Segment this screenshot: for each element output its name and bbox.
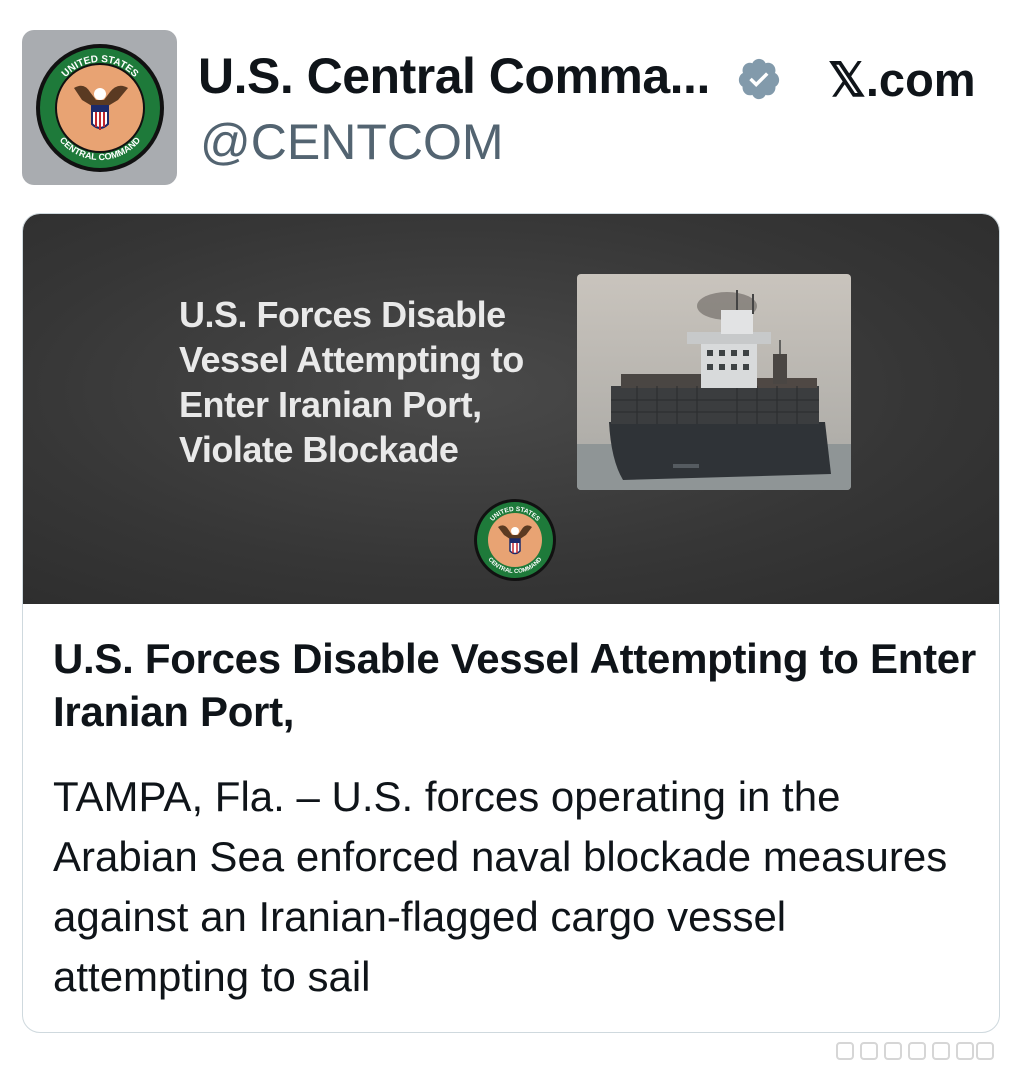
- card-description: TAMPA, Fla. – U.S. forces operating in t…: [53, 773, 948, 1000]
- card-banner-image[interactable]: U.S. Forces Disable Vessel Attempting to…: [23, 214, 999, 604]
- link-preview-card[interactable]: U.S. Forces Disable Vessel Attempting to…: [22, 213, 1000, 1033]
- avatar[interactable]: UNITED STATES CENTRAL COMMAND: [22, 30, 177, 185]
- card-headline[interactable]: U.S. Forces Disable Vessel Attempting to…: [53, 632, 983, 738]
- watermark-icon: [836, 1042, 994, 1060]
- centcom-seal-icon: UNITED STATES CENTRAL COMMAND: [474, 499, 556, 581]
- verified-badge-icon: [738, 58, 780, 100]
- centcom-seal-icon: UNITED STATES CENTRAL COMMAND: [36, 44, 164, 172]
- banner-title: U.S. Forces Disable Vessel Attempting to…: [179, 294, 524, 470]
- user-handle[interactable]: @CENTCOM: [200, 113, 504, 171]
- display-name[interactable]: U.S. Central Comma...: [198, 47, 710, 105]
- source-label[interactable]: 𝕏.com: [828, 52, 976, 108]
- cargo-ship-photo: [577, 274, 851, 490]
